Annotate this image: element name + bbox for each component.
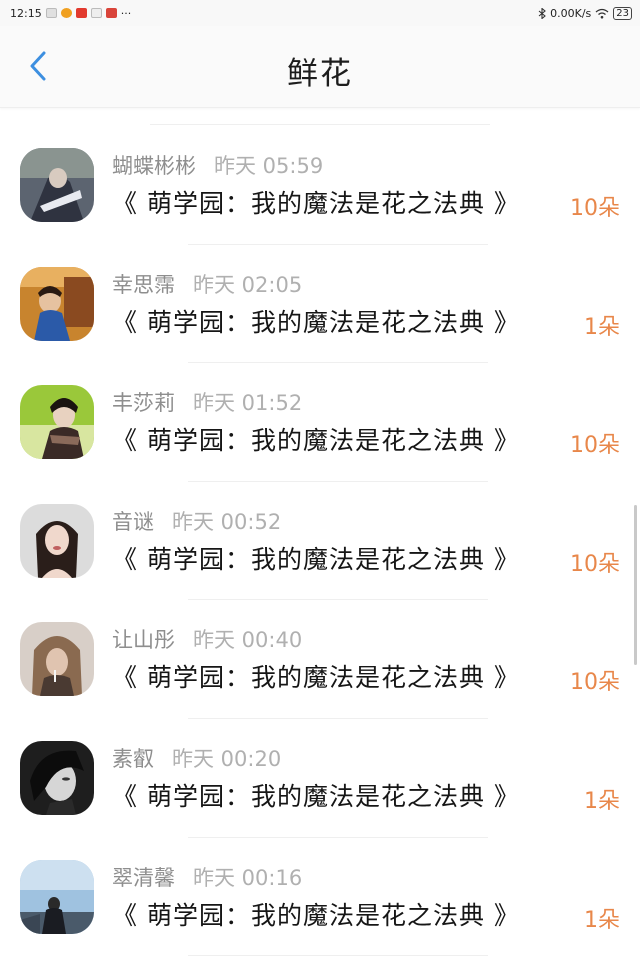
sender-info: 丰莎莉 昨天 01:52 [112,387,302,417]
list-item[interactable]: 幸思霈 昨天 02:05 《 萌学园：我的魔法是花之法典 》 1朵 [0,245,640,364]
header: 鲜花 [0,26,640,108]
timestamp: 昨天 02:05 [193,272,303,297]
clock: 12:15 [10,6,42,20]
book-title: 《 萌学园：我的魔法是花之法典 》 [112,544,520,574]
timestamp: 昨天 00:16 [193,865,303,890]
notification-app-icon [90,8,102,18]
wifi-icon [595,8,609,18]
flower-count: 10朵 [570,196,620,221]
sender-info: 素叡 昨天 00:20 [112,743,281,773]
timestamp: 昨天 00:20 [172,746,282,771]
list-item[interactable]: 让山彤 昨天 00:40 《 萌学园：我的魔法是花之法典 》 10朵 [0,600,640,719]
sender-info: 幸思霈 昨天 02:05 [112,269,302,299]
flower-count: 10朵 [570,551,620,577]
avatar[interactable] [20,503,94,578]
list-item[interactable]: 素叡 昨天 00:20 《 萌学园：我的魔法是花之法典 》 1朵 [0,719,640,838]
sender-name[interactable]: 翠清馨 [112,866,175,890]
sender-name[interactable]: 丰莎莉 [112,391,175,415]
book-title: 《 萌学园：我的魔法是花之法典 》 [112,307,520,337]
avatar[interactable] [20,859,94,934]
sender-name[interactable]: 让山彤 [112,628,175,652]
avatar[interactable] [20,622,94,697]
more-notifications-icon: ··· [120,6,132,20]
sender-name[interactable]: 音谜 [112,510,154,534]
status-bar-left: 12:15 ··· [10,7,131,20]
weibo-icon [60,8,72,18]
sender-info: 翠清馨 昨天 00:16 [112,862,302,892]
sender-name[interactable]: 蝴蝶彬彬 [112,154,196,178]
sender-info: 音谜 昨天 00:52 [112,506,281,536]
timestamp: 昨天 00:40 [193,628,303,653]
avatar[interactable] [20,385,94,460]
book-title: 《 萌学园：我的魔法是花之法典 》 [112,426,520,456]
flower-count: 1朵 [584,314,620,340]
timestamp: 昨天 00:52 [172,509,282,534]
avatar[interactable] [20,266,94,341]
network-speed: 0.00K/s [550,6,592,20]
notification-app-icon [75,8,87,18]
bluetooth-icon [538,7,546,19]
notification-app-icon [105,8,117,18]
flower-gift-list: 蝴蝶彬彬 昨天 05:59 《 萌学园：我的魔法是花之法典 》 10朵 幸思霈 昨天… [0,126,640,956]
status-bar: 12:15 ··· 0.00K/s 23 [0,0,640,26]
flower-count: 10朵 [570,670,620,696]
avatar[interactable] [20,148,94,222]
book-title: 《 萌学园：我的魔法是花之法典 》 [112,900,520,930]
book-title: 《 萌学园：我的魔法是花之法典 》 [112,663,520,693]
book-title: 《 萌学园：我的魔法是花之法典 》 [112,781,520,811]
flower-count: 1朵 [584,907,620,933]
status-bar-right: 0.00K/s 23 [538,6,632,20]
timestamp: 昨天 01:52 [193,391,303,416]
list-item[interactable]: 翠清馨 昨天 00:16 《 萌学园：我的魔法是花之法典 》 1朵 [0,838,640,957]
avatar[interactable] [20,740,94,815]
sender-info: 让山彤 昨天 00:40 [112,624,302,654]
book-title: 《 萌学园：我的魔法是花之法典 》 [112,189,520,218]
notification-app-icon [45,8,57,18]
list-item[interactable]: 蝴蝶彬彬 昨天 05:59 《 萌学园：我的魔法是花之法典 》 10朵 [0,126,640,245]
list-item[interactable]: 音谜 昨天 00:52 《 萌学园：我的魔法是花之法典 》 10朵 [0,482,640,601]
scrollbar[interactable] [634,505,637,665]
flower-count: 1朵 [584,788,620,814]
page-title: 鲜花 [287,56,353,92]
battery-indicator: 23 [613,6,632,20]
flower-count: 10朵 [570,433,620,459]
sender-name[interactable]: 幸思霈 [112,273,175,297]
timestamp: 昨天 05:59 [214,154,324,178]
list-item[interactable]: 丰莎莉 昨天 01:52 《 萌学园：我的魔法是花之法典 》 10朵 [0,363,640,482]
sender-name[interactable]: 素叡 [112,747,154,771]
sender-info: 蝴蝶彬彬 昨天 05:59 [112,150,323,180]
divider [150,124,490,125]
